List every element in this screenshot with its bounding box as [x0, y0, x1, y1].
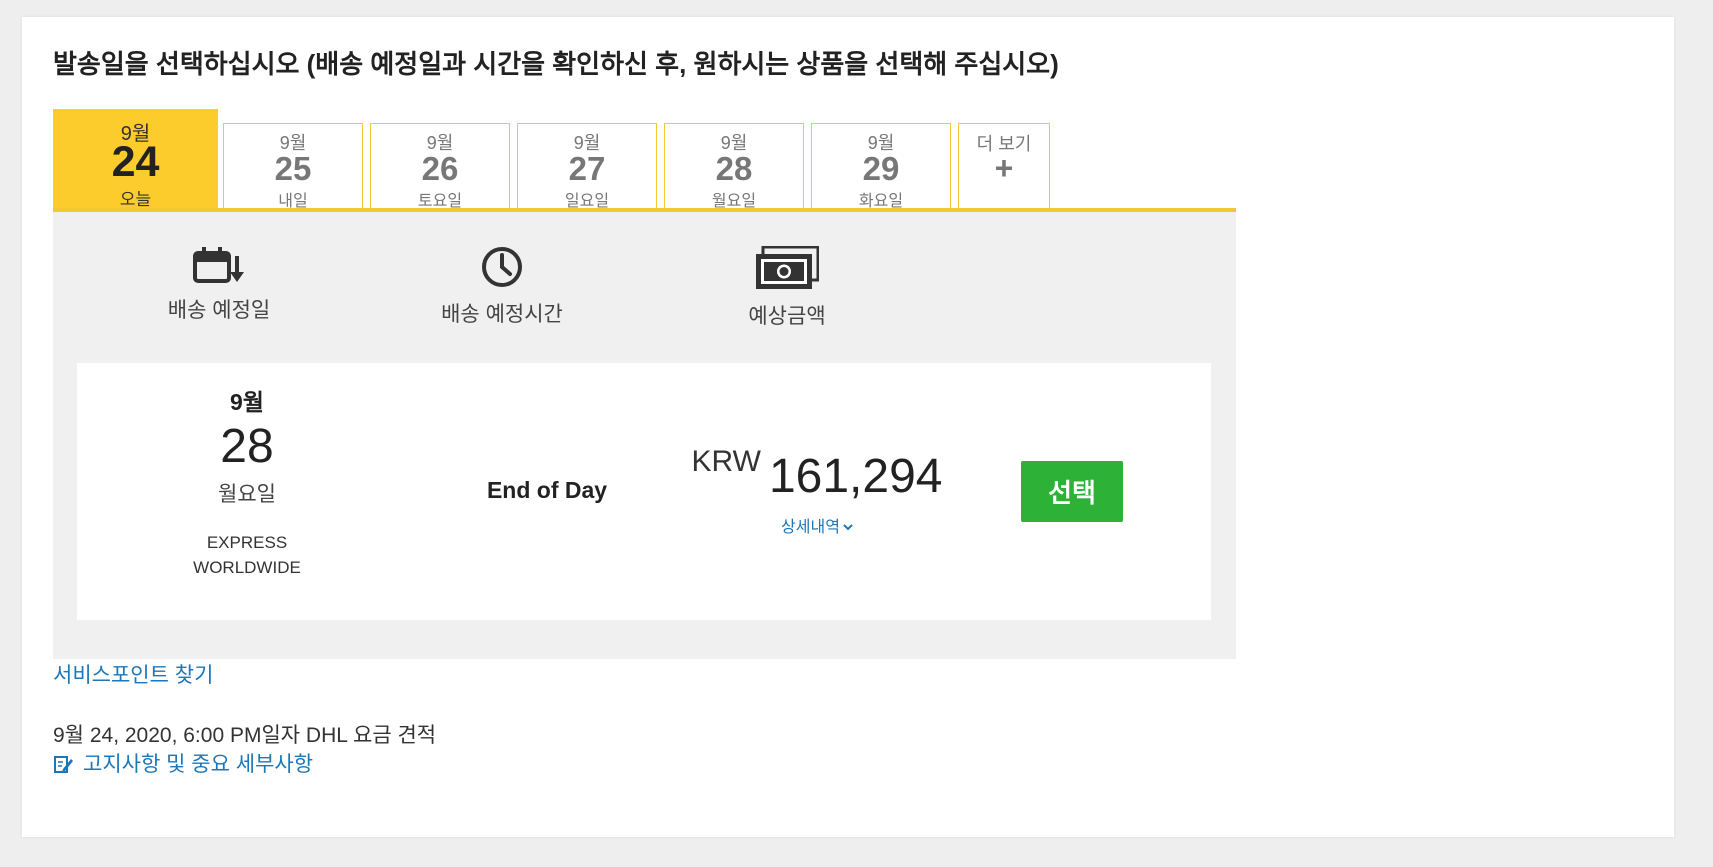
- date-tab-3[interactable]: 9월 27 일요일: [517, 123, 657, 210]
- delivery-date-header: 배송 예정일: [99, 246, 339, 324]
- result-day: 28: [220, 420, 274, 473]
- page-title: 발송일을 선택하십시오 (배송 예정일과 시간을 확인하신 후, 원하시는 상품…: [53, 49, 1059, 79]
- date-tab-5[interactable]: 9월 29 화요일: [811, 123, 951, 210]
- service-name: EXPRESS WORLDWIDE: [157, 530, 337, 580]
- price-details-link[interactable]: 상세내역: [707, 513, 927, 537]
- notice-link[interactable]: 고지사항 및 중요 세부사항: [53, 748, 313, 778]
- money-icon: [756, 246, 819, 289]
- estimated-price-label: 예상금액: [748, 305, 826, 328]
- tab-day: 25: [274, 150, 312, 187]
- date-tab-0[interactable]: 9월 24 오늘: [53, 109, 218, 209]
- date-tab-2[interactable]: 9월 26 토요일: [370, 123, 510, 210]
- tab-day: 28: [715, 150, 753, 187]
- clock-icon: [482, 247, 522, 287]
- result-month: 9월: [230, 389, 264, 415]
- tab-day: 26: [421, 150, 459, 187]
- plus-icon: +: [994, 150, 1014, 186]
- price-currency: KRW: [691, 445, 761, 478]
- result-date: 9월 28 월요일 EXPRESS WORLDWIDE: [157, 383, 337, 580]
- tab-day: 29: [862, 150, 900, 187]
- delivery-time-header: 배송 예정시간: [382, 246, 622, 328]
- calendar-arrow-icon: [193, 247, 244, 283]
- result-delivery-time: End of Day: [486, 477, 608, 503]
- tab-label: 오늘: [119, 190, 152, 209]
- date-tab-1[interactable]: 9월 25 내일: [223, 123, 363, 210]
- service-name-line2: WORLDWIDE: [193, 557, 301, 577]
- chevron-down-icon: [843, 524, 853, 531]
- more-dates-tab[interactable]: 더 보기 +: [958, 123, 1050, 208]
- shipping-options-panel: 배송 예정일 배송 예정시간 예상금액 9월 28 월요일 EXPRESS WO…: [53, 208, 1236, 659]
- delivery-date-label: 배송 예정일: [167, 299, 271, 322]
- quote-info: 9월 24, 2020, 6:00 PM일자 DHL 요금 견적: [53, 724, 437, 747]
- shipping-option-row: 9월 28 월요일 EXPRESS WORLDWIDE End of Day K…: [77, 363, 1211, 620]
- tab-day: 27: [568, 150, 606, 187]
- edit-icon: [54, 756, 73, 773]
- select-button[interactable]: 선택: [1021, 461, 1123, 522]
- date-tab-4[interactable]: 9월 28 월요일: [664, 123, 804, 210]
- estimated-price-header: 예상금액: [667, 246, 907, 330]
- result-price: KRW 161,294: [667, 445, 967, 504]
- tab-day: 24: [111, 138, 160, 186]
- service-point-link[interactable]: 서비스포인트 찾기: [53, 659, 213, 689]
- result-weekday: 월요일: [218, 482, 276, 506]
- price-amount: 161,294: [768, 450, 943, 503]
- service-name-line1: EXPRESS: [206, 532, 288, 552]
- delivery-time-label: 배송 예정시간: [441, 303, 563, 326]
- notice-link-label: 고지사항 및 중요 세부사항: [83, 753, 314, 776]
- price-details-label: 상세내역: [781, 519, 840, 536]
